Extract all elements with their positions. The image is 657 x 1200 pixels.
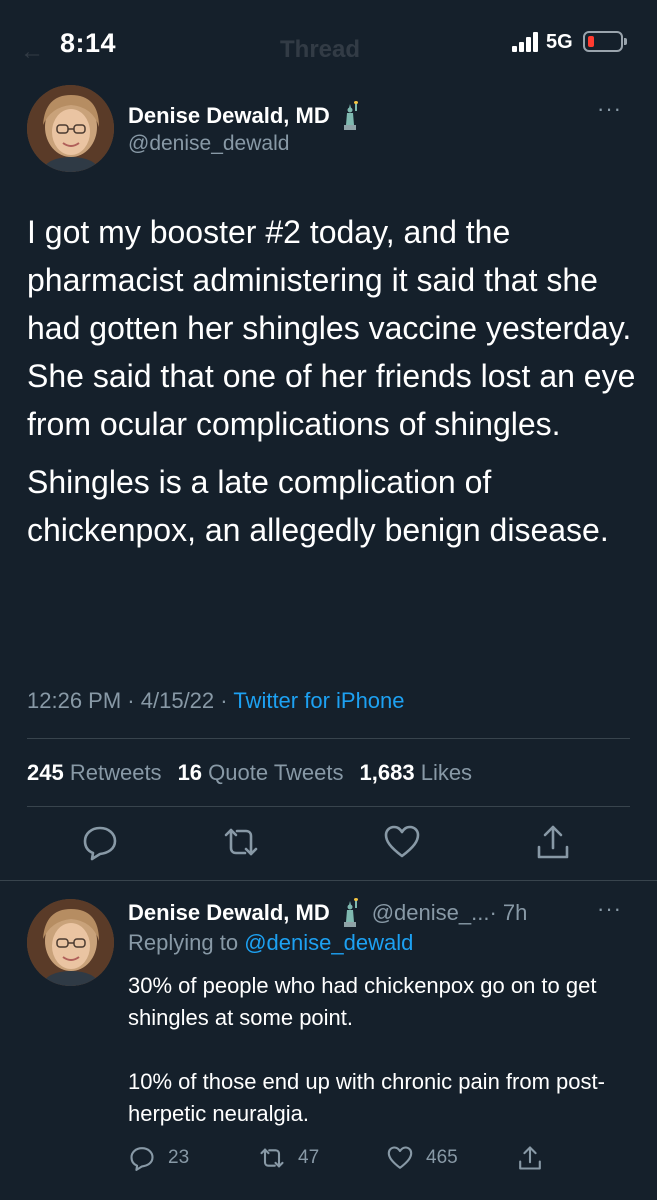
tweet-time: 12:26 PM xyxy=(27,688,122,713)
reply-time: · 7h xyxy=(489,900,528,925)
statue-of-liberty-icon xyxy=(338,101,362,131)
retweet-count: 47 xyxy=(298,1147,320,1168)
like-count: 465 xyxy=(426,1147,458,1168)
replying-to: Replying to @denise_dewald xyxy=(128,930,413,956)
replying-prefix: Replying to xyxy=(128,930,239,955)
share-icon[interactable] xyxy=(533,822,573,862)
reply-header: Denise Dewald, MD @denise_... · 7h xyxy=(128,898,527,928)
likes-label: Likes xyxy=(420,760,473,785)
back-arrow-icon[interactable]: ← xyxy=(20,38,44,66)
status-bar: ← Thread 8:14 5G xyxy=(0,0,657,80)
retweet-icon[interactable] xyxy=(221,822,261,862)
retweets-stat[interactable]: 245 Retweets xyxy=(27,760,162,786)
quote-tweets-stat[interactable]: 16 Quote Tweets xyxy=(178,760,344,786)
reply-icon xyxy=(130,1147,154,1171)
reply-count: 23 xyxy=(168,1147,190,1168)
tweet-paragraph: I got my booster #2 today, and the pharm… xyxy=(27,214,636,442)
tweet-paragraph: Shingles is a late complication of chick… xyxy=(27,464,609,548)
likes-count: 1,683 xyxy=(359,760,415,785)
quotes-label: Quote Tweets xyxy=(208,760,344,785)
share-icon xyxy=(519,1146,541,1170)
more-options-icon[interactable]: ··· xyxy=(597,896,622,922)
retweets-label: Retweets xyxy=(69,760,162,785)
more-options-icon[interactable]: ··· xyxy=(597,96,622,122)
signal-strength-icon xyxy=(512,32,538,52)
avatar[interactable] xyxy=(27,85,114,172)
tweet-stats: 245 Retweets 16 Quote Tweets 1,683 Likes xyxy=(27,760,472,786)
tweet-source-link[interactable]: Twitter for iPhone xyxy=(233,688,404,713)
battery-icon xyxy=(583,31,627,52)
likes-stat[interactable]: 1,683 Likes xyxy=(360,760,473,786)
tweet-date: 4/15/22 xyxy=(140,688,215,713)
statue-of-liberty-icon xyxy=(338,898,362,928)
author-name[interactable]: Denise Dewald, MD xyxy=(128,101,362,131)
tweet-action-bar xyxy=(0,822,657,870)
header-title: Thread xyxy=(280,36,361,63)
meta-separator: · xyxy=(127,688,135,713)
reply-retweet-button[interactable]: 47 xyxy=(258,1144,319,1172)
reply-author-name[interactable]: Denise Dewald, MD xyxy=(128,900,330,926)
author-name-text: Denise Dewald, MD xyxy=(128,103,330,128)
tweet-text: I got my booster #2 today, and the pharm… xyxy=(27,208,637,554)
reply-author-handle[interactable]: @denise_... xyxy=(372,900,490,926)
like-icon xyxy=(387,1146,413,1169)
thread-screen: ← Thread 8:14 5G Denise Dewald, MD @deni… xyxy=(0,0,657,1200)
avatar-photo xyxy=(27,899,114,986)
divider xyxy=(27,806,630,807)
status-time: 8:14 xyxy=(60,28,117,58)
avatar-photo xyxy=(27,85,114,172)
reply-text: 30% of people who had chickenpox go on t… xyxy=(128,970,638,1130)
reply-action-bar: 23 47 465 xyxy=(0,1144,657,1178)
reply-paragraph: 10% of those end up with chronic pain fr… xyxy=(128,1069,605,1126)
retweets-count: 245 xyxy=(27,760,64,785)
like-icon[interactable] xyxy=(382,822,422,862)
reply-paragraph: 30% of people who had chickenpox go on t… xyxy=(128,973,597,1030)
quotes-count: 16 xyxy=(177,760,203,785)
reply-avatar[interactable] xyxy=(27,899,114,986)
reply-icon[interactable] xyxy=(80,822,120,862)
thread-divider xyxy=(0,880,657,881)
reply-reply-button[interactable]: 23 xyxy=(128,1144,189,1172)
network-type: 5G xyxy=(546,31,573,53)
divider xyxy=(27,738,630,739)
author-handle[interactable]: @denise_dewald xyxy=(128,132,289,156)
tweet-metadata: 12:26 PM · 4/15/22 · Twitter for iPhone xyxy=(27,688,405,714)
retweet-icon xyxy=(260,1148,284,1168)
replying-mention-link[interactable]: @denise_dewald xyxy=(244,930,413,955)
reply-like-button[interactable]: 465 xyxy=(386,1144,458,1172)
reply-share-button[interactable] xyxy=(516,1144,544,1172)
meta-separator: · xyxy=(220,688,228,713)
